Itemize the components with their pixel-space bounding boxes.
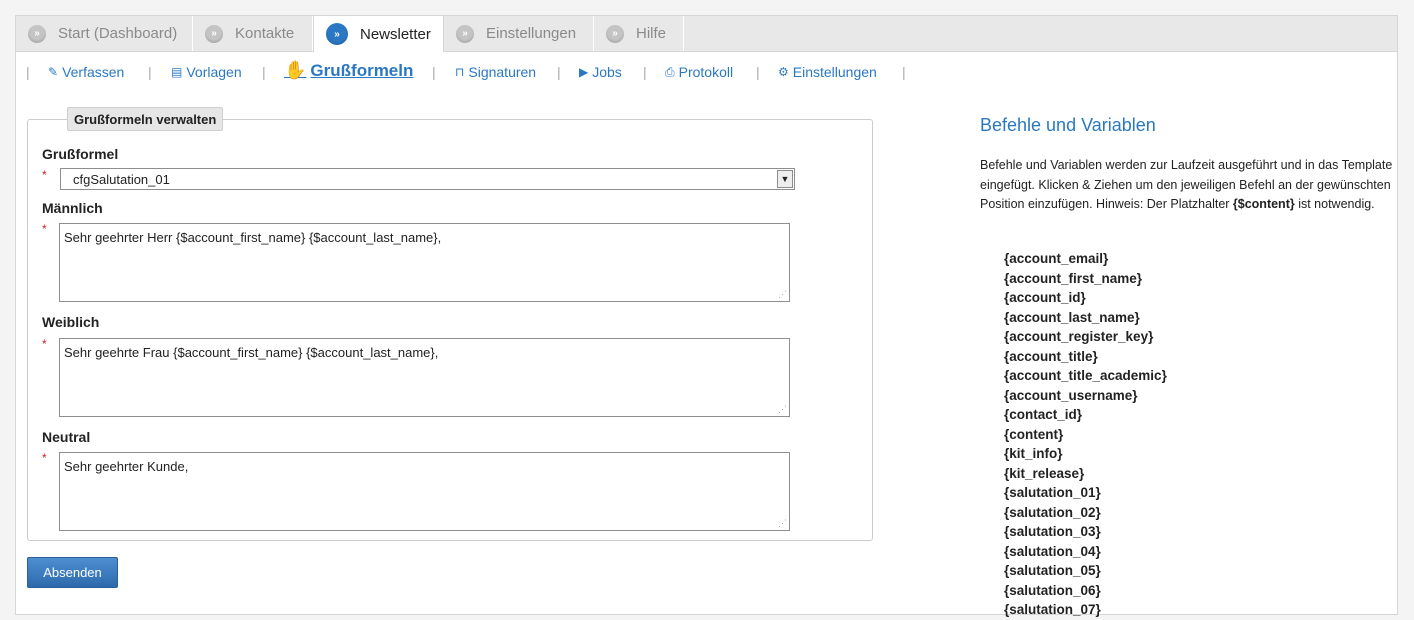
tab-newsletter[interactable]: » Newsletter (313, 16, 444, 52)
variable-item[interactable]: {kit_info} (1004, 444, 1167, 464)
subnav-item-label: Signaturen (468, 64, 537, 80)
subnav-separator: | (262, 64, 266, 80)
panel-description: Befehle und Variablen werden zur Laufzei… (980, 156, 1400, 215)
subnav-item-label: Grußformeln (310, 60, 414, 80)
chevron-right-icon: » (326, 23, 348, 45)
subnav-separator: | (148, 64, 152, 80)
chevron-right-icon: » (606, 24, 624, 43)
salutation-select[interactable]: cfgSalutation_01 ▼ (60, 168, 795, 190)
variable-item[interactable]: {salutation_05} (1004, 561, 1167, 581)
subnav-separator: | (26, 64, 30, 80)
resize-grip-icon[interactable]: ⋰ (778, 518, 787, 529)
subnav-separator: | (557, 64, 561, 80)
subnav-item-signaturen[interactable]: ⊓ Signaturen (455, 64, 536, 80)
tab-label: Newsletter (360, 25, 431, 43)
variable-item[interactable]: {salutation_07} (1004, 600, 1167, 620)
resize-grip-icon[interactable]: ⋰ (778, 404, 787, 415)
subnav-item-vorlagen[interactable]: ▤ Vorlagen (171, 64, 242, 80)
subnav-separator: | (756, 64, 760, 80)
subnav-item-label: Jobs (592, 64, 622, 80)
edit-icon: ✎ (48, 65, 59, 79)
app-frame: » Start (Dashboard) » Kontakte » Newslet… (15, 15, 1400, 617)
tab-label: Kontakte (235, 25, 295, 42)
variable-item[interactable]: {account_register_key} (1004, 327, 1167, 347)
print-icon: ⎙ (665, 64, 675, 79)
variable-item[interactable]: {account_title} (1004, 347, 1167, 367)
chevron-right-icon: » (456, 24, 474, 43)
subnav-item-grussformeln[interactable]: ✋ Grußformeln (284, 60, 413, 81)
tab-label: Einstellungen (486, 25, 577, 42)
variable-item[interactable]: {contact_id} (1004, 405, 1167, 425)
resize-grip-icon[interactable]: ⋰ (778, 289, 787, 300)
variable-item[interactable]: {salutation_03} (1004, 522, 1167, 542)
newsletter-subnav: | ✎ Verfassen | ▤ Vorlagen | ✋ Grußforme… (16, 60, 916, 84)
neutral-salutation-text: Sehr geehrter Kunde, (64, 459, 189, 474)
variable-item[interactable]: {account_email} (1004, 249, 1167, 269)
variable-item[interactable]: {account_username} (1004, 386, 1167, 406)
content-placeholder-note: {$content} (1232, 197, 1295, 211)
required-marker: * (42, 222, 47, 236)
variable-item[interactable]: {account_id} (1004, 288, 1167, 308)
chevron-right-icon: » (28, 24, 46, 43)
panel-title: Befehle und Variablen (980, 115, 1156, 135)
subnav-item-verfassen[interactable]: ✎ Verfassen (48, 64, 124, 80)
fieldset-legend: Grußformeln verwalten (67, 107, 224, 131)
variable-item[interactable]: {salutation_01} (1004, 483, 1167, 503)
tab-label: Start (Dashboard) (58, 25, 178, 42)
main-tab-bar: » Start (Dashboard) » Kontakte » Newslet… (16, 16, 1397, 52)
salutation-label: Grußformel (42, 146, 119, 162)
chevron-down-icon[interactable]: ▼ (777, 170, 793, 188)
subnav-item-label: Einstellungen (792, 64, 877, 80)
tab-label: Hilfe (636, 25, 667, 42)
variable-item[interactable]: {salutation_06} (1004, 581, 1167, 601)
subnav-item-label: Protokoll (678, 64, 734, 80)
male-salutation-text: Sehr geehrter Herr {$account_first_name}… (64, 230, 442, 245)
variable-item[interactable]: {salutation_02} (1004, 503, 1167, 523)
variable-list: {account_email} {account_first_name} {ac… (1004, 249, 1167, 620)
subnav-item-label: Verfassen (62, 64, 125, 80)
tab-hilfe[interactable]: » Hilfe (594, 16, 684, 51)
tab-einstellungen[interactable]: » Einstellungen (444, 16, 594, 51)
hand-icon: ✋ (284, 60, 307, 80)
variable-item[interactable]: {account_last_name} (1004, 308, 1167, 328)
subnav-item-jobs[interactable]: ▶ Jobs (579, 64, 622, 80)
subnav-item-label: Vorlagen (186, 64, 242, 80)
neutral-label: Neutral (42, 429, 91, 445)
male-salutation-textarea[interactable]: Sehr geehrter Herr {$account_first_name}… (59, 223, 790, 302)
neutral-salutation-textarea[interactable]: Sehr geehrter Kunde, ⋰ (59, 452, 790, 531)
salutation-select-value: cfgSalutation_01 (73, 171, 170, 187)
subnav-item-einstellungen[interactable]: ⚙ Einstellungen (778, 64, 877, 80)
female-label: Weiblich (42, 314, 100, 330)
submit-button[interactable]: Absenden (27, 557, 118, 588)
male-label: Männlich (42, 200, 103, 216)
variable-item[interactable]: {account_first_name} (1004, 269, 1167, 289)
variable-item[interactable]: {content} (1004, 425, 1167, 445)
required-marker: * (42, 451, 47, 465)
panel-description-tail: ist notwendig. (1294, 197, 1375, 211)
required-marker: * (42, 337, 47, 351)
subnav-separator: | (902, 64, 906, 80)
female-salutation-text: Sehr geehrte Frau {$account_first_name} … (64, 345, 439, 360)
variable-item[interactable]: {salutation_04} (1004, 542, 1167, 562)
tab-kontakte[interactable]: » Kontakte (193, 16, 313, 51)
subnav-item-protokoll[interactable]: ⎙ Protokoll (665, 64, 733, 80)
tab-start-dashboard[interactable]: » Start (Dashboard) (16, 16, 193, 51)
required-marker: * (42, 168, 47, 182)
variable-item[interactable]: {kit_release} (1004, 464, 1167, 484)
bookmark-icon: ⊓ (455, 65, 465, 79)
subnav-separator: | (432, 64, 436, 80)
female-salutation-textarea[interactable]: Sehr geehrte Frau {$account_first_name} … (59, 338, 790, 417)
play-icon: ▶ (579, 65, 589, 79)
cogs-icon: ⚙ (778, 65, 789, 79)
subnav-separator: | (643, 64, 647, 80)
chevron-right-icon: » (205, 24, 223, 43)
template-icon: ▤ (171, 65, 183, 79)
variable-item[interactable]: {account_title_academic} (1004, 366, 1167, 386)
